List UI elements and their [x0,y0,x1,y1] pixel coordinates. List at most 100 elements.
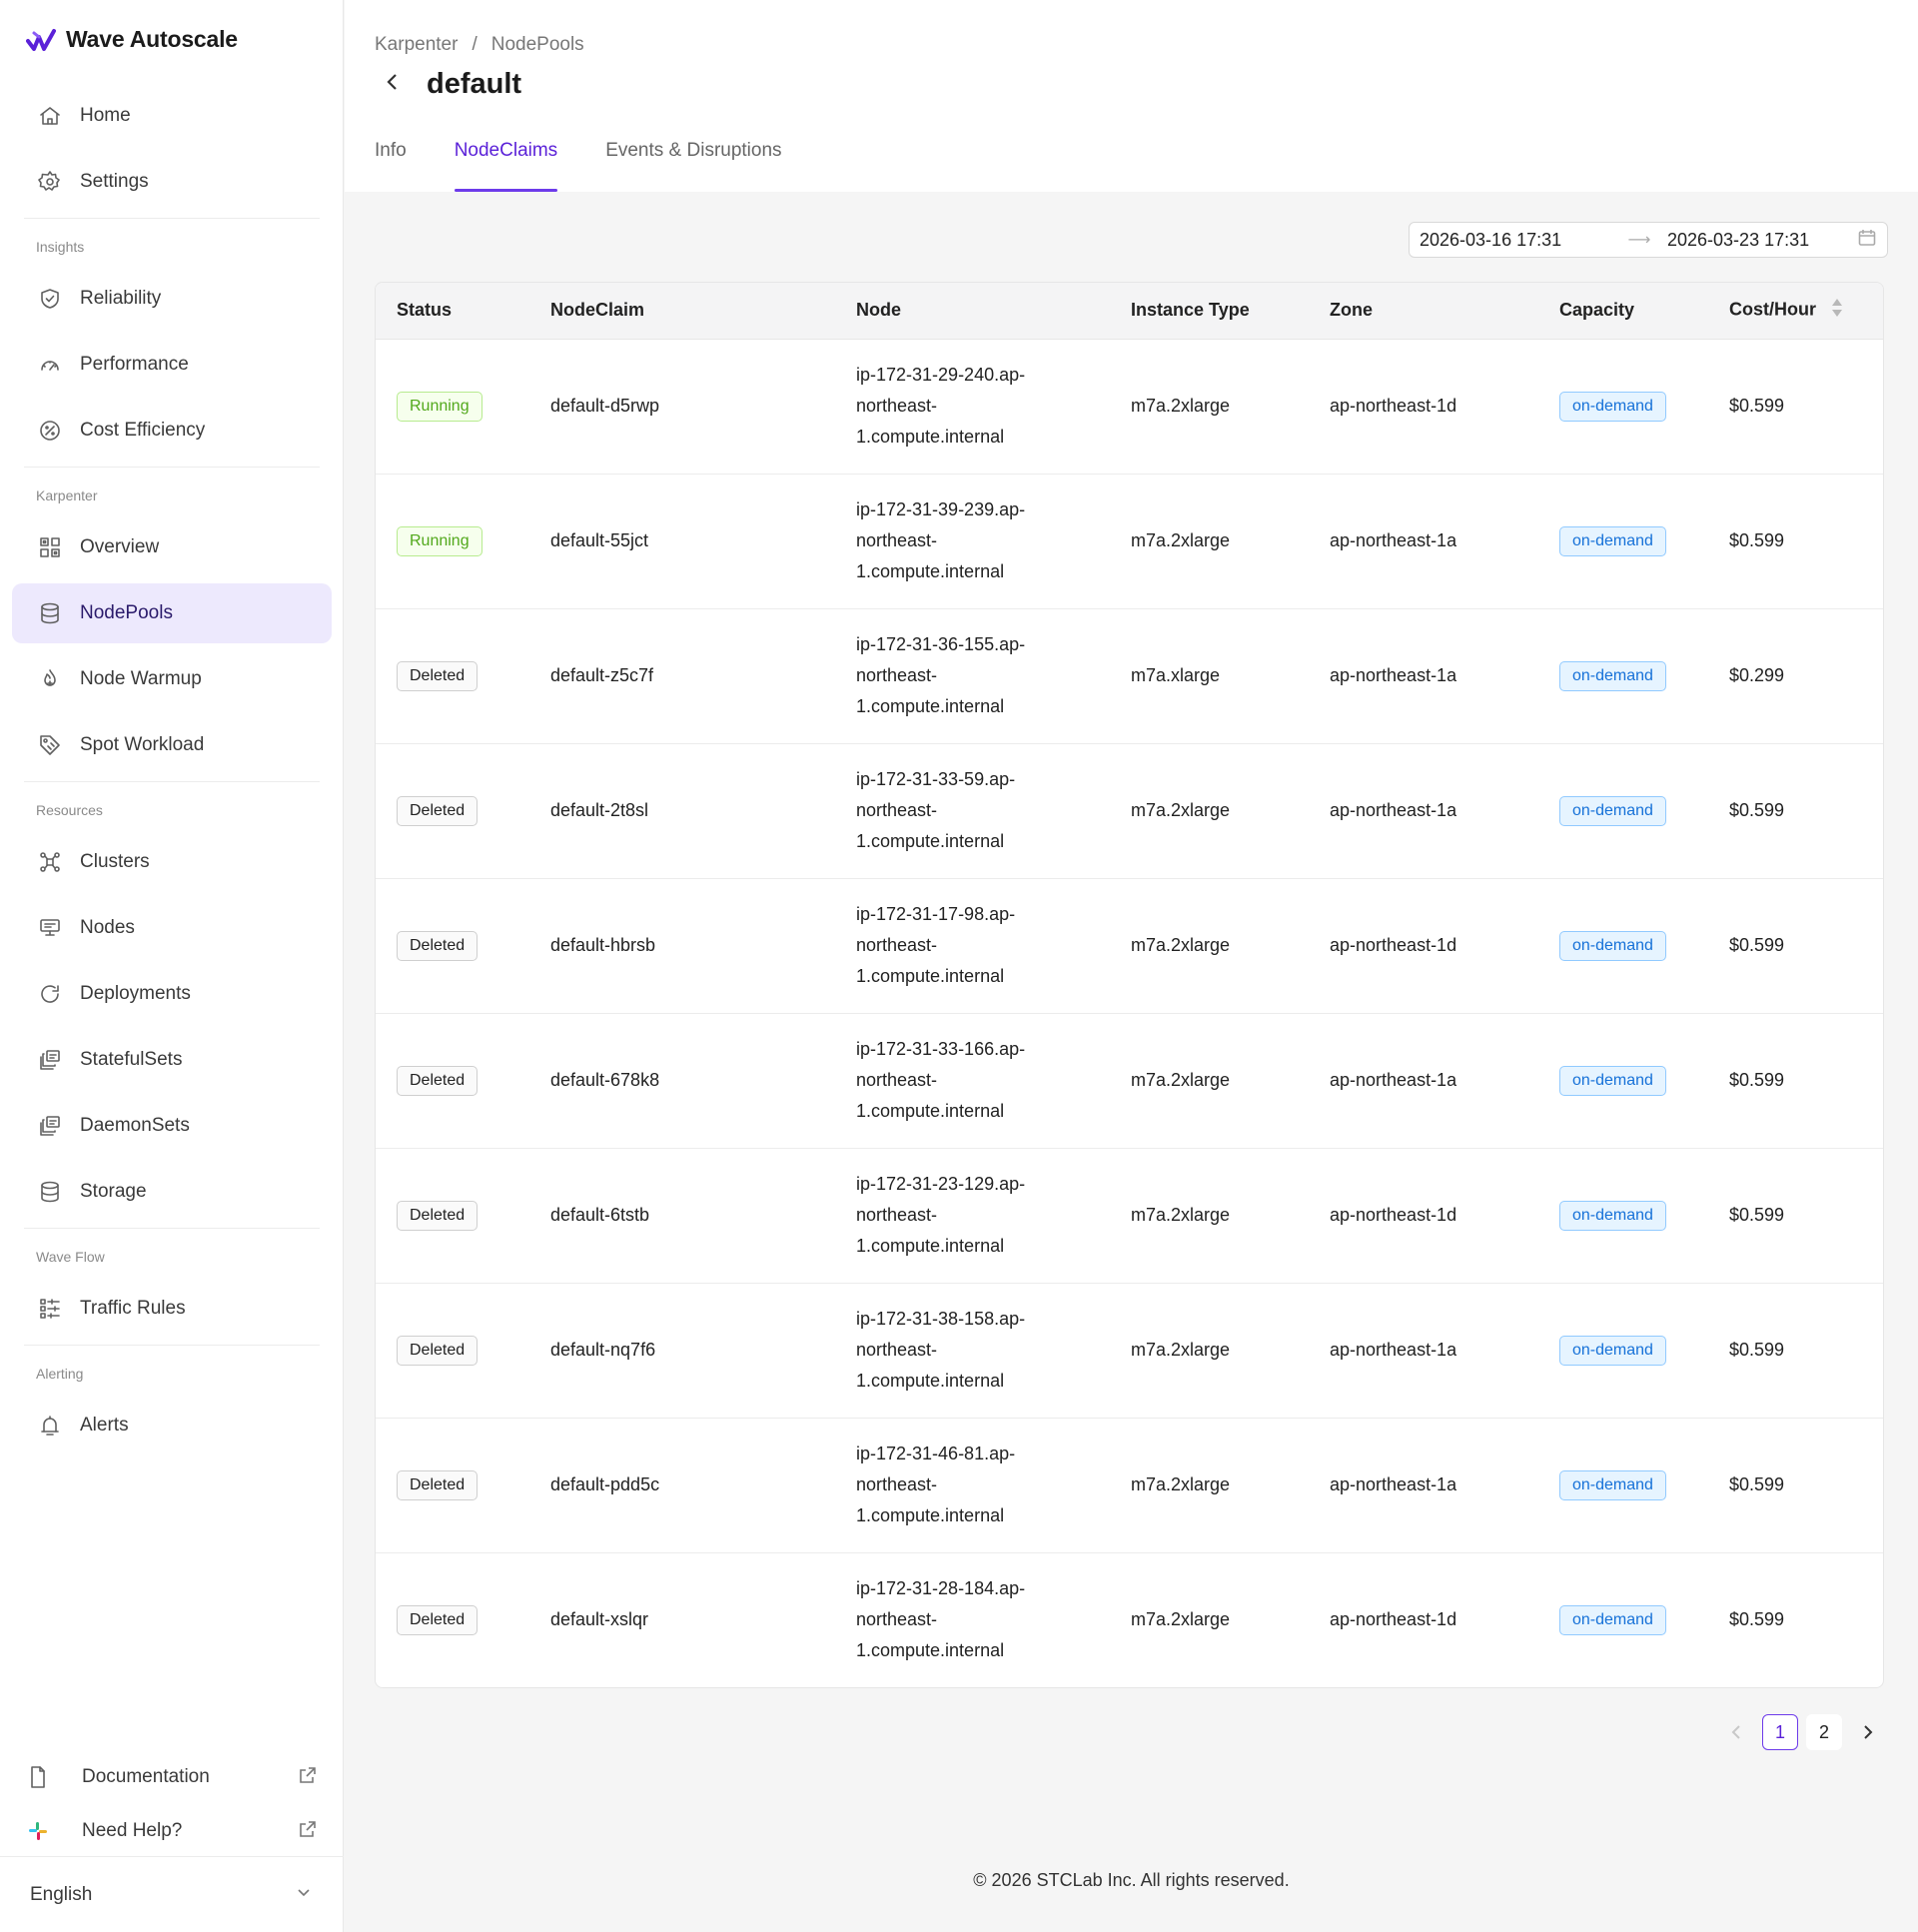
capacity-badge: on-demand [1559,391,1666,422]
sidebar-divider [24,467,320,468]
capacity-cell: on-demand [1538,339,1708,475]
node-cell: ip-172-31-23-129.ap-northeast-1.compute.… [835,1148,1110,1284]
capacity-badge: on-demand [1559,525,1666,556]
calendar-icon [1857,228,1877,253]
status-cell: Running [376,339,529,475]
table-row[interactable]: Deleted default-z5c7f ip-172-31-36-155.ap-… [376,608,1883,744]
sidebar-item-home[interactable]: Home [12,86,332,146]
capacity-cell: on-demand [1538,1418,1708,1553]
tab-info[interactable]: Info [375,140,407,192]
date-end[interactable]: 2026-03-23 17:31 [1659,230,1857,251]
sidebar-item-performance[interactable]: Performance [12,335,332,395]
zone-cell: ap-northeast-1d [1309,878,1538,1014]
node-cell: ip-172-31-39-239.ap-northeast-1.compute.… [835,474,1110,609]
col-cost-hour[interactable]: Cost/Hour [1708,283,1883,340]
documentation-link[interactable]: Documentation [0,1750,344,1804]
sidebar-item-cost-efficiency[interactable]: Cost Efficiency [12,401,332,461]
date-start[interactable]: 2026-03-16 17:31 [1420,230,1619,251]
nodeclaims-table: Status NodeClaim Node Instance Type Zone… [375,282,1884,1688]
capacity-cell: on-demand [1538,878,1708,1014]
node-name: ip-172-31-46-81.ap-northeast-1.compute.i… [856,1444,1016,1525]
sidebar-divider [24,781,320,782]
node-cell: ip-172-31-36-155.ap-northeast-1.compute.… [835,608,1110,744]
breadcrumb-karpenter[interactable]: Karpenter [375,34,458,56]
table-row[interactable]: Deleted default-678k8 ip-172-31-33-166.ap-… [376,1013,1883,1149]
nodeclaim-cell: default-2t8sl [529,743,835,879]
sidebar-item-statefulsets[interactable]: StatefulSets [12,1030,332,1090]
grid-icon [38,535,62,559]
sidebar-item-nodes[interactable]: Nodes [12,898,332,958]
chevron-left-icon [1731,1725,1740,1739]
instance-type-cell: m7a.2xlarge [1110,1013,1309,1149]
capacity-cell: on-demand [1538,474,1708,609]
table-row[interactable]: Running default-55jct ip-172-31-39-239.ap-… [376,474,1883,609]
sidebar-item-nodepools[interactable]: NodePools [12,583,332,643]
sidebar-item-clusters[interactable]: Clusters [12,832,332,892]
page-2-button[interactable]: 2 [1806,1714,1842,1750]
tab-nodeclaims[interactable]: NodeClaims [454,140,558,192]
capacity-badge: on-demand [1559,1604,1666,1635]
sidebar-section-title: Karpenter [36,487,98,503]
nodeclaim-cell: default-6tstb [529,1148,835,1284]
app-logo[interactable]: Wave Autoscale [26,26,238,53]
table-row[interactable]: Deleted default-nq7f6 ip-172-31-38-158.ap-… [376,1283,1883,1419]
sort-icon[interactable] [1831,297,1843,324]
table-row[interactable]: Deleted default-6tstb ip-172-31-23-129.ap-… [376,1148,1883,1284]
footer-copyright: © 2026 STCLab Inc. All rights reserved. [973,1870,1290,1890]
sidebar-item-spot-workload[interactable]: Spot Workload [12,715,332,775]
sidebar-item-alerts[interactable]: Alerts [12,1396,332,1455]
back-arrow-icon[interactable] [381,70,405,99]
sidebar-item-settings[interactable]: Settings [12,152,332,212]
instance-type-cell: m7a.2xlarge [1110,878,1309,1014]
tab-events-disruptions[interactable]: Events & Disruptions [605,140,781,192]
prev-page-button[interactable] [1720,1714,1754,1750]
breadcrumb-nodepools[interactable]: NodePools [491,34,584,56]
table-row[interactable]: Deleted default-pdd5c ip-172-31-46-81.ap-n… [376,1418,1883,1553]
sidebar-item-label: Traffic Rules [80,1298,186,1319]
cost-cell: $0.599 [1729,1609,1785,1630]
capacity-badge: on-demand [1559,795,1666,826]
zone-cell: ap-northeast-1d [1309,1148,1538,1284]
tag-icon [38,733,62,757]
date-range-picker[interactable]: 2026-03-16 17:31 ⟶ 2026-03-23 17:31 [1409,222,1888,258]
table-row[interactable]: Running default-d5rwp ip-172-31-29-240.ap-… [376,339,1883,475]
home-icon [38,104,62,128]
capacity-badge: on-demand [1559,930,1666,961]
table-row[interactable]: Deleted default-xslqr ip-172-31-28-184.ap-… [376,1552,1883,1687]
page-header: Karpenter / NodePools default Info NodeC… [345,0,1918,192]
nodeclaim-cell: default-z5c7f [529,608,835,744]
sidebar-item-label: NodePools [80,602,173,623]
next-page-button[interactable] [1850,1714,1884,1750]
nodeclaim-cell: default-xslqr [550,1609,649,1630]
sidebar-item-node-warmup[interactable]: Node Warmup [12,649,332,709]
sidebar-item-reliability[interactable]: Reliability [12,269,332,329]
sidebar-item-label: Node Warmup [80,668,202,689]
sidebar-item-label: Cost Efficiency [80,420,206,441]
status-cell: Deleted [376,1013,529,1149]
sidebar-item-overview[interactable]: Overview [12,517,332,577]
sidebar-item-deployments[interactable]: Deployments [12,964,332,1024]
table-row[interactable]: Deleted default-2t8sl ip-172-31-33-59.ap-n… [376,743,1883,879]
capacity-badge: on-demand [1559,1335,1666,1366]
need-help-link[interactable]: Need Help? [0,1804,344,1858]
page-1-button[interactable]: 1 [1762,1714,1798,1750]
node-name: ip-172-31-38-158.ap-northeast-1.compute.… [856,1309,1026,1391]
tabs: Info NodeClaims Events & Disruptions [375,140,782,192]
node-name: ip-172-31-29-240.ap-northeast-1.compute.… [856,365,1026,447]
stack-icon [38,1114,62,1138]
status-badge: Deleted [397,1604,479,1635]
sidebar-item-traffic-rules[interactable]: Traffic Rules [12,1279,332,1339]
zone-cell: ap-northeast-1d [1330,1609,1457,1630]
table-row[interactable]: Deleted default-hbrsb ip-172-31-17-98.ap-n… [376,878,1883,1014]
language-select[interactable]: English [0,1856,344,1932]
sidebar-section-title: Wave Flow [36,1249,105,1265]
cluster-icon [38,850,62,874]
bell-icon [38,1414,62,1438]
sidebar-item-daemonsets[interactable]: DaemonSets [12,1096,332,1156]
node-cell: ip-172-31-33-59.ap-northeast-1.compute.i… [835,743,1110,879]
sidebar-item-label: Storage [80,1181,147,1202]
capacity-badge: on-demand [1559,660,1666,691]
cost-cell: $0.299 [1708,608,1883,744]
sidebar-item-label: Deployments [80,983,191,1004]
sidebar-item-storage[interactable]: Storage [12,1162,332,1222]
